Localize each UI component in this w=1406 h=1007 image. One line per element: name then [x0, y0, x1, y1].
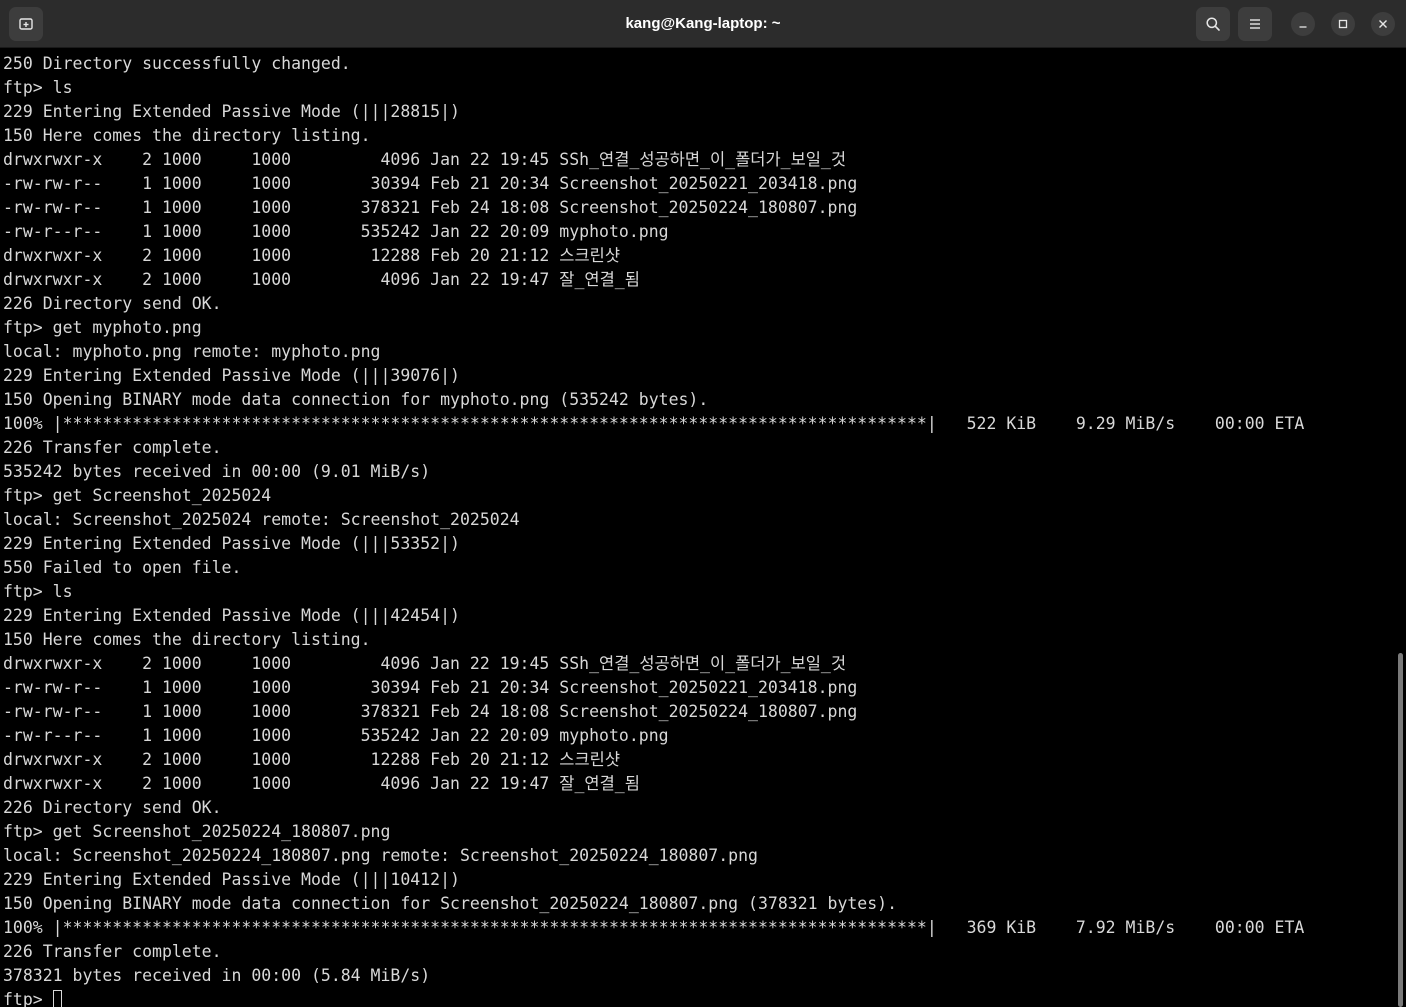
terminal-line: local: Screenshot_20250224_180807.png re… — [3, 846, 758, 865]
terminal-line: -rw-rw-r-- 1 1000 1000 30394 Feb 21 20:3… — [3, 174, 858, 193]
terminal-line: -rw-r--r-- 1 1000 1000 535242 Jan 22 20:… — [3, 726, 669, 745]
terminal-line: local: myphoto.png remote: myphoto.png — [3, 342, 381, 361]
terminal-line: 226 Transfer complete. — [3, 942, 222, 961]
shell-prompt: ftp> — [3, 990, 53, 1007]
terminal-text: 250 Directory successfully changed. ftp> … — [3, 52, 1304, 1007]
terminal-line: 229 Entering Extended Passive Mode (|||3… — [3, 366, 460, 385]
terminal-line: drwxrwxr-x 2 1000 1000 4096 Jan 22 19:45… — [3, 654, 847, 673]
hamburger-menu-icon — [1248, 17, 1262, 31]
terminal-line: 150 Here comes the directory listing. — [3, 126, 371, 145]
terminal-line: -rw-rw-r-- 1 1000 1000 378321 Feb 24 18:… — [3, 702, 858, 721]
search-icon — [1205, 16, 1221, 32]
text-cursor — [52, 989, 62, 1007]
terminal-line: local: Screenshot_2025024 remote: Screen… — [3, 510, 520, 529]
search-button[interactable] — [1196, 7, 1230, 41]
terminal-line: 535242 bytes received in 00:00 (9.01 MiB… — [3, 462, 431, 481]
terminal-line: 250 Directory successfully changed. — [3, 54, 351, 73]
terminal-output[interactable]: 250 Directory successfully changed. ftp> … — [0, 48, 1396, 1007]
terminal-line: ftp> ls — [3, 78, 73, 97]
terminal-line: 150 Opening BINARY mode data connection … — [3, 894, 898, 913]
terminal-line: 229 Entering Extended Passive Mode (|||4… — [3, 606, 460, 625]
terminal-line: drwxrwxr-x 2 1000 1000 4096 Jan 22 19:47… — [3, 774, 640, 793]
new-tab-icon — [18, 16, 34, 32]
terminal-line: -rw-r--r-- 1 1000 1000 535242 Jan 22 20:… — [3, 222, 669, 241]
terminal-line: drwxrwxr-x 2 1000 1000 12288 Feb 20 21:1… — [3, 750, 621, 769]
terminal-line: 100% |**********************************… — [3, 918, 1305, 937]
terminal-line: ftp> get myphoto.png — [3, 318, 202, 337]
terminal-line: 150 Here comes the directory listing. — [3, 630, 371, 649]
terminal-line: drwxrwxr-x 2 1000 1000 4096 Jan 22 19:45… — [3, 150, 847, 169]
close-icon — [1378, 19, 1388, 29]
terminal-line: 100% |**********************************… — [3, 414, 1305, 433]
menu-button[interactable] — [1238, 7, 1272, 41]
scrollbar[interactable] — [1396, 48, 1406, 1007]
terminal-window: kang@Kang-laptop: ~ 250 Directory succes… — [0, 0, 1406, 1007]
close-button[interactable] — [1371, 12, 1395, 36]
terminal-line: 150 Opening BINARY mode data connection … — [3, 390, 709, 409]
maximize-button[interactable] — [1331, 12, 1355, 36]
terminal-line: 378321 bytes received in 00:00 (5.84 MiB… — [3, 966, 431, 985]
terminal-line: drwxrwxr-x 2 1000 1000 12288 Feb 20 21:1… — [3, 246, 621, 265]
terminal-line: 226 Transfer complete. — [3, 438, 222, 457]
title-bar[interactable]: kang@Kang-laptop: ~ — [0, 0, 1406, 48]
terminal-line: 226 Directory send OK. — [3, 294, 222, 313]
terminal-line: ftp> get Screenshot_2025024 — [3, 486, 272, 505]
terminal-line: ftp> get Screenshot_20250224_180807.png — [3, 822, 391, 841]
new-tab-button[interactable] — [9, 7, 43, 41]
terminal-line: drwxrwxr-x 2 1000 1000 4096 Jan 22 19:47… — [3, 270, 640, 289]
terminal-line: 229 Entering Extended Passive Mode (|||5… — [3, 534, 460, 553]
terminal-line: -rw-rw-r-- 1 1000 1000 378321 Feb 24 18:… — [3, 198, 858, 217]
terminal-line: -rw-rw-r-- 1 1000 1000 30394 Feb 21 20:3… — [3, 678, 858, 697]
maximize-icon — [1338, 19, 1348, 29]
terminal-line: 226 Directory send OK. — [3, 798, 222, 817]
minimize-icon — [1298, 19, 1308, 29]
scrollbar-thumb[interactable] — [1398, 653, 1403, 1007]
terminal-line: 229 Entering Extended Passive Mode (|||1… — [3, 870, 460, 889]
terminal-line: ftp> ls — [3, 582, 73, 601]
prompt-line[interactable]: ftp> — [3, 988, 1304, 1007]
minimize-button[interactable] — [1291, 12, 1315, 36]
terminal-line: 229 Entering Extended Passive Mode (|||2… — [3, 102, 460, 121]
terminal-line: 550 Failed to open file. — [3, 558, 242, 577]
